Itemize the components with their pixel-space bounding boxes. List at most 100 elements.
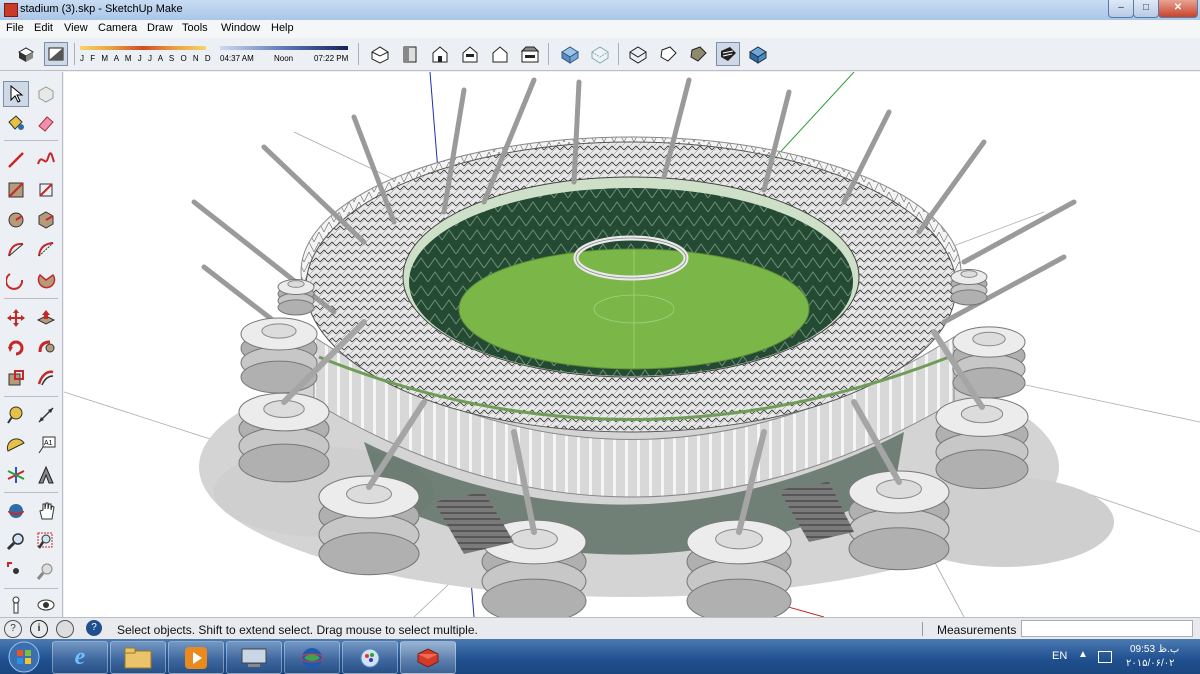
shadows-toggle-icon[interactable]: [14, 42, 38, 66]
time-end: 07:22 PM: [314, 54, 349, 63]
network-icon[interactable]: [226, 641, 282, 674]
clock-date[interactable]: ۲۰۱۵/۰۶/۰۲: [1126, 658, 1175, 669]
roof-mast: [961, 199, 1077, 265]
xray-icon[interactable]: [558, 42, 582, 66]
shaded-icon[interactable]: [686, 42, 710, 66]
pylon-ring: [848, 527, 950, 571]
zoom-extents-icon[interactable]: [3, 558, 29, 584]
time-noon: Noon: [274, 54, 294, 63]
menu-camera[interactable]: Camera: [98, 22, 137, 34]
time-slider[interactable]: [220, 46, 348, 50]
sketchup-app-icon: [4, 3, 18, 17]
circle-icon[interactable]: [3, 207, 29, 233]
menu-help[interactable]: Help: [271, 22, 294, 34]
offset-icon[interactable]: [33, 365, 59, 391]
windows-taskbar: e EN ▲ 09:53 ب.ظ ۲۰۱۵/۰۶/۰۲: [0, 639, 1200, 674]
file-explorer-icon[interactable]: [110, 641, 166, 674]
scale-icon[interactable]: [3, 365, 29, 391]
back-view-icon[interactable]: [488, 42, 512, 66]
status-divider: [922, 622, 923, 636]
freehand-icon[interactable]: [33, 147, 59, 173]
follow-me-icon[interactable]: [33, 335, 59, 361]
geo-location-icon[interactable]: ?: [4, 620, 22, 638]
wireframe-icon[interactable]: [626, 42, 650, 66]
paint-bucket-icon[interactable]: [3, 110, 29, 136]
window-title: stadium (3).skp - SketchUp Make: [20, 3, 183, 15]
model-viewport[interactable]: [64, 72, 1200, 617]
action-center-icon[interactable]: [1098, 651, 1112, 663]
start-orb-icon[interactable]: [2, 639, 46, 674]
menu-edit[interactable]: Edit: [34, 22, 53, 34]
instructor-icon[interactable]: ?: [86, 620, 102, 636]
three-point-arc-icon[interactable]: [3, 267, 29, 293]
iso-view-icon[interactable]: [368, 42, 392, 66]
arc-icon[interactable]: [3, 237, 29, 263]
language-indicator[interactable]: EN: [1052, 650, 1067, 662]
rectangle-icon[interactable]: [3, 177, 29, 203]
shaded-textures-icon[interactable]: [716, 42, 740, 66]
pylon-cap: [261, 323, 297, 339]
orbit-icon[interactable]: [3, 498, 29, 524]
zoom-window-icon[interactable]: [33, 528, 59, 554]
rotated-rectangle-icon[interactable]: [33, 177, 59, 203]
pan-icon[interactable]: [33, 498, 59, 524]
previous-view-icon[interactable]: [33, 558, 59, 584]
polygon-icon[interactable]: [33, 207, 59, 233]
palette-separator: [4, 588, 58, 589]
roof-mast: [261, 144, 367, 245]
minimize-icon: –: [1118, 2, 1124, 13]
fog-icon[interactable]: [44, 42, 68, 66]
two-point-arc-icon[interactable]: [33, 237, 59, 263]
palette-separator: [4, 396, 58, 397]
minimize-button[interactable]: –: [1108, 0, 1134, 18]
right-view-icon[interactable]: [458, 42, 482, 66]
measurements-field[interactable]: [1021, 620, 1193, 637]
month-slider[interactable]: [80, 46, 206, 50]
internet-explorer-icon[interactable]: e: [52, 641, 108, 674]
maximize-button[interactable]: □: [1133, 0, 1159, 18]
left-view-icon[interactable]: [518, 42, 542, 66]
menu-window[interactable]: Window: [221, 22, 260, 34]
menu-view[interactable]: View: [64, 22, 88, 34]
eraser-icon[interactable]: [33, 110, 59, 136]
paint-icon[interactable]: [342, 641, 398, 674]
top-view-icon[interactable]: [398, 42, 422, 66]
protractor-icon[interactable]: [3, 432, 29, 458]
select-icon[interactable]: [3, 81, 29, 107]
rotate-icon[interactable]: [3, 335, 29, 361]
look-around-icon[interactable]: [33, 592, 59, 618]
user-icon[interactable]: [56, 620, 74, 638]
menu-file[interactable]: File: [6, 22, 24, 34]
text-icon[interactable]: A1: [33, 432, 59, 458]
tape-measure-icon[interactable]: [3, 402, 29, 428]
clock-time[interactable]: 09:53 ب.ظ: [1130, 644, 1179, 655]
credits-icon[interactable]: i: [30, 620, 48, 638]
position-camera-icon[interactable]: [3, 592, 29, 618]
pylon-cap: [960, 270, 978, 278]
measurements-label: Measurements: [937, 623, 1017, 637]
monochrome-icon[interactable]: [746, 42, 770, 66]
menu-tools[interactable]: Tools: [182, 22, 208, 34]
dimension-icon[interactable]: [33, 402, 59, 428]
line-icon[interactable]: [3, 147, 29, 173]
hidden-line-icon[interactable]: [656, 42, 680, 66]
month-labels: J F M A M J J A S O N D: [80, 54, 213, 63]
menu-draw[interactable]: Draw: [147, 22, 173, 34]
make-component-icon[interactable]: [33, 81, 59, 107]
status-message: Select objects. Shift to extend select. …: [117, 623, 478, 637]
tray-expand-icon[interactable]: ▲: [1078, 649, 1088, 660]
pie-icon[interactable]: [33, 267, 59, 293]
close-button[interactable]: ✕: [1158, 0, 1198, 18]
move-icon[interactable]: [3, 305, 29, 331]
push-pull-icon[interactable]: [33, 305, 59, 331]
sketchup-icon[interactable]: [400, 641, 456, 674]
front-view-icon[interactable]: [428, 42, 452, 66]
3d-text-icon[interactable]: [33, 462, 59, 488]
back-edges-icon[interactable]: [588, 42, 612, 66]
zoom-icon[interactable]: [3, 528, 29, 554]
stadium-model[interactable]: [64, 72, 1200, 617]
title-bar: stadium (3).skp - SketchUp Make – □ ✕: [0, 0, 1200, 21]
axes-icon[interactable]: [3, 462, 29, 488]
media-player-icon[interactable]: [168, 641, 224, 674]
google-earth-icon[interactable]: [284, 641, 340, 674]
